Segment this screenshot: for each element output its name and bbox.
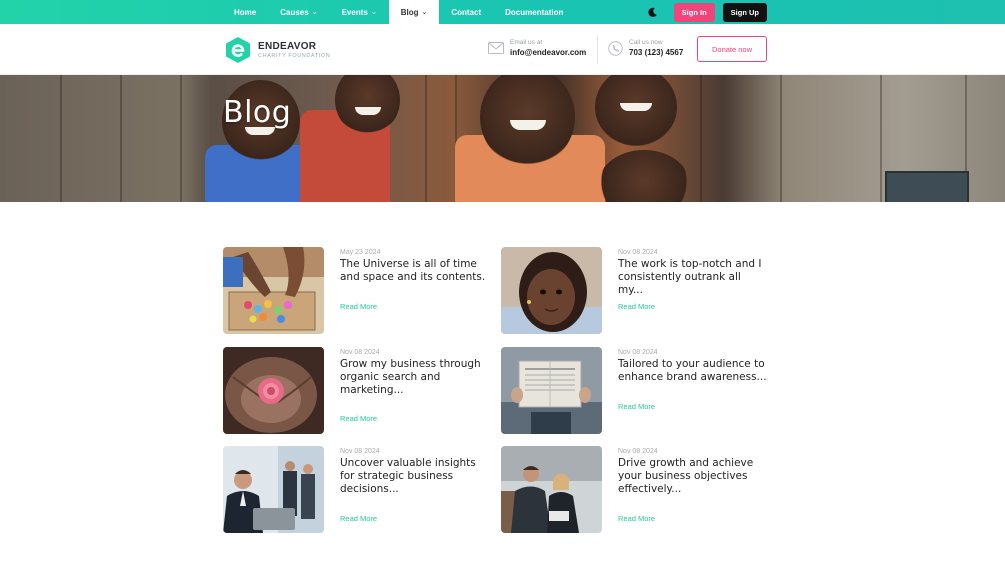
wood-plank [425, 75, 427, 202]
child-smile [620, 103, 652, 111]
child-face [598, 150, 690, 202]
nav-events-label: Events [341, 7, 368, 17]
chevron-down-icon: ⌄ [370, 9, 377, 16]
post-date: Nov 08 2024 [618, 448, 658, 455]
child-smile [355, 107, 381, 115]
phone-value: 703 (123) 4567 [629, 48, 684, 57]
post-thumbnail[interactable] [223, 247, 324, 334]
phone-icon [608, 40, 623, 56]
nav-events[interactable]: Events ⌄ [330, 0, 389, 24]
post-image-newspaper [501, 347, 602, 434]
email-contact[interactable]: Email us at info@endeavor.com [488, 39, 586, 57]
top-actions: Sign In Sign Up [646, 2, 767, 22]
post-meta: Nov 08 2024 Tailored to your audience to… [618, 349, 768, 384]
nav-causes[interactable]: Causes ⌄ [268, 0, 329, 24]
post-title[interactable]: Uncover valuable insights for strategic … [340, 457, 490, 496]
post-meta: Nov 08 2024 Drive growth and achieve you… [618, 448, 768, 496]
post-thumbnail[interactable] [501, 446, 602, 533]
phone-contact[interactable]: Call us now 703 (123) 4567 [608, 39, 683, 57]
post-title[interactable]: Tailored to your audience to enhance bra… [618, 358, 768, 384]
post-thumbnail[interactable] [223, 446, 324, 533]
post-date: May 23 2024 [340, 249, 381, 256]
read-more-link[interactable]: Read More [340, 514, 377, 523]
post-thumbnail[interactable] [501, 247, 602, 334]
post-meta: Nov 08 2024 Grow my business through org… [340, 349, 490, 397]
post-date: Nov 08 2024 [340, 448, 380, 455]
post-title[interactable]: The work is top-notch and I consistently… [618, 258, 768, 297]
logo-text: ENDEAVOR CHARITY FOUNDATION [258, 41, 330, 59]
nav-documentation[interactable]: Documentation [493, 0, 575, 24]
nav-home-label: Home [234, 7, 257, 17]
envelope-icon [488, 42, 504, 54]
logo[interactable]: ENDEAVOR CHARITY FOUNDATION [224, 36, 330, 64]
post-date: Nov 08 2024 [618, 349, 658, 356]
sign-up-button[interactable]: Sign Up [722, 2, 767, 22]
blog-post-card[interactable]: Nov 08 2024 Grow my business through org… [223, 347, 493, 434]
blog-post-card[interactable]: May 23 2024 The Universe is all of time … [223, 247, 493, 334]
read-more-link[interactable]: Read More [618, 302, 655, 311]
post-image-toys [223, 247, 324, 334]
email-value: info@endeavor.com [510, 48, 587, 57]
post-thumbnail[interactable] [223, 347, 324, 434]
nav-home[interactable]: Home [222, 0, 268, 24]
page-title: Blog [223, 95, 292, 130]
wood-plank [880, 75, 882, 202]
nav-contact[interactable]: Contact [439, 0, 493, 24]
read-more-link[interactable]: Read More [340, 302, 377, 311]
post-title[interactable]: The Universe is all of time and space an… [340, 258, 490, 284]
child-smile [510, 120, 546, 130]
chevron-down-icon: ⌄ [421, 9, 428, 16]
nav-blog[interactable]: Blog ⌄ [388, 0, 440, 24]
child-face [335, 75, 400, 135]
hero-banner [0, 75, 1005, 202]
blog-post-card[interactable]: Nov 08 2024 The work is top-notch and I … [501, 247, 771, 334]
post-title[interactable]: Drive growth and achieve your business o… [618, 457, 768, 496]
site-header: ENDEAVOR CHARITY FOUNDATION Email us at … [0, 24, 1005, 75]
post-title[interactable]: Grow my business through organic search … [340, 358, 490, 397]
phone-label: Call us now [629, 39, 663, 46]
moon-icon[interactable] [646, 5, 660, 19]
nav-documentation-label: Documentation [505, 7, 564, 17]
logo-mark-icon [226, 37, 250, 63]
post-thumbnail[interactable] [501, 347, 602, 434]
post-meta: Nov 08 2024 Uncover valuable insights fo… [340, 448, 490, 496]
wood-plank [700, 75, 702, 202]
post-date: Nov 08 2024 [618, 249, 658, 256]
email-block: Email us at info@endeavor.com [510, 39, 586, 57]
post-date: Nov 08 2024 [340, 349, 380, 356]
sign-in-button[interactable]: Sign In [673, 2, 715, 22]
main-nav: Home Causes ⌄ Events ⌄ Blog ⌄ Contact Docum… [222, 0, 575, 24]
top-navigation-bar: Home Causes ⌄ Events ⌄ Blog ⌄ Contact Docum… [0, 0, 1005, 24]
phone-block: Call us now 703 (123) 4567 [629, 39, 683, 57]
brand-name: ENDEAVOR [258, 41, 317, 52]
door-latch [885, 171, 969, 202]
wood-plank [180, 75, 182, 202]
post-meta: May 23 2024 The Universe is all of time … [340, 249, 490, 284]
nav-blog-label: Blog [400, 7, 419, 17]
donate-button[interactable]: Donate now [697, 36, 767, 62]
read-more-link[interactable]: Read More [618, 402, 655, 411]
post-image-girl [501, 247, 602, 334]
blog-post-card[interactable]: Nov 08 2024 Tailored to your audience to… [501, 347, 771, 434]
wood-plank [120, 75, 122, 202]
wood-plank [60, 75, 62, 202]
wood-plank [780, 75, 782, 202]
nav-contact-label: Contact [451, 7, 482, 17]
header-divider [597, 36, 598, 64]
blog-post-card[interactable]: Nov 08 2024 Drive growth and achieve you… [501, 446, 771, 533]
chevron-down-icon: ⌄ [311, 9, 318, 16]
post-image-hands-flower [223, 347, 324, 434]
post-meta: Nov 08 2024 The work is top-notch and I … [618, 249, 768, 297]
email-label: Email us at [510, 39, 543, 46]
post-image-office [223, 446, 324, 533]
child-face [595, 75, 677, 147]
post-image-business-pair [501, 446, 602, 533]
blog-post-card[interactable]: Nov 08 2024 Uncover valuable insights fo… [223, 446, 493, 533]
read-more-link[interactable]: Read More [340, 414, 377, 423]
nav-causes-label: Causes [280, 7, 309, 17]
read-more-link[interactable]: Read More [618, 514, 655, 523]
brand-tagline: CHARITY FOUNDATION [258, 53, 331, 59]
